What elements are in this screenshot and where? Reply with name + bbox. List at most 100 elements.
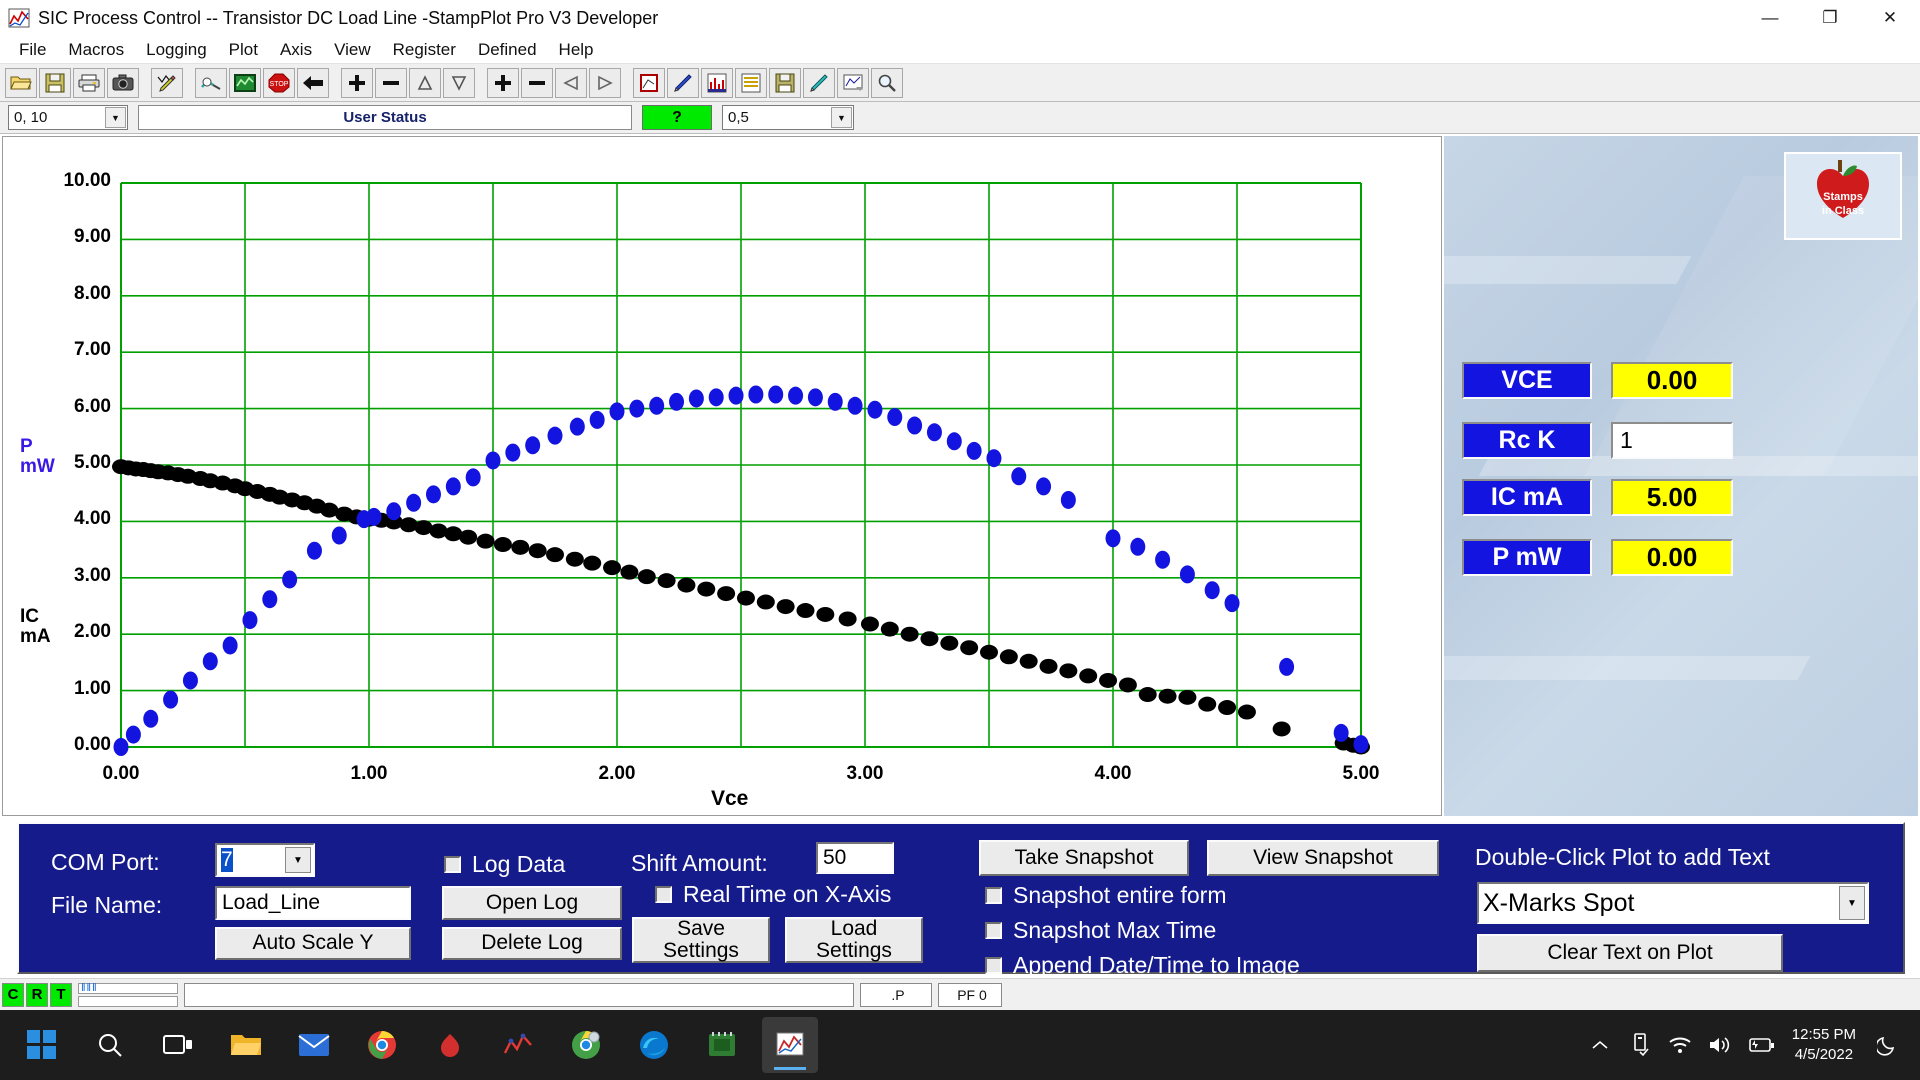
camera-icon[interactable] [107, 67, 139, 98]
chevron-up-icon[interactable] [1580, 1010, 1620, 1080]
interval-value: 0,5 [728, 109, 749, 126]
stop-icon[interactable]: STOP [263, 67, 295, 98]
notes-icon[interactable] [735, 67, 767, 98]
interval-combo[interactable]: 0,5 ▼ [722, 105, 854, 130]
append-datetime-row[interactable]: Append Date/Time to Image [985, 952, 1300, 979]
chrome-icon[interactable] [354, 1017, 410, 1073]
rck-input[interactable]: 1 [1611, 422, 1733, 459]
bottom-status-bar: C R T ‖‖‖ .P PF 0 [0, 978, 1920, 1010]
minus2-icon[interactable] [521, 67, 553, 98]
plus2-icon[interactable] [487, 67, 519, 98]
volume-icon[interactable] [1700, 1010, 1740, 1080]
append-datetime-label: Append Date/Time to Image [1013, 952, 1300, 978]
plot-panel[interactable]: P mW IC mA 0.00 1.00 2.00 3.00 4.00 5.00 6.00 7… [2, 136, 1442, 816]
menu-item-axis[interactable]: Axis [269, 38, 323, 62]
pen-icon[interactable] [667, 67, 699, 98]
save-settings-button[interactable]: Save Settings [632, 917, 770, 963]
close-button[interactable]: ✕ [1860, 0, 1920, 36]
chevron-down-icon-com[interactable]: ▼ [285, 847, 311, 873]
run-plot-icon[interactable] [229, 67, 261, 98]
search-icon[interactable] [82, 1017, 138, 1073]
com-port-label: COM Port: [51, 849, 160, 875]
minimize-button[interactable]: — [1740, 0, 1800, 36]
auto-scale-y-button[interactable]: Auto Scale Y [215, 927, 411, 960]
shift-amount-input[interactable]: 50 [816, 842, 894, 874]
chrome-dev-icon[interactable] [558, 1017, 614, 1073]
usb-icon[interactable] [1620, 1010, 1660, 1080]
axis-icon[interactable] [633, 67, 665, 98]
status-field-pf: PF 0 [938, 982, 1002, 1007]
snapshot-max-time-row[interactable]: Snapshot Max Time [985, 917, 1216, 944]
snapshot-entire-form-checkbox[interactable] [985, 887, 1002, 904]
decorative-streak-3 [1444, 656, 1811, 680]
chevron-down-icon-text[interactable]: ▼ [1839, 886, 1865, 920]
view-snapshot-button[interactable]: View Snapshot [1207, 840, 1439, 876]
marker-icon[interactable] [803, 67, 835, 98]
snapshot-entire-form-row[interactable]: Snapshot entire form [985, 882, 1227, 909]
data-icon[interactable] [701, 67, 733, 98]
status-message-field [184, 982, 854, 1007]
task-view-icon[interactable] [150, 1017, 206, 1073]
circuit-board-icon[interactable] [694, 1017, 750, 1073]
real-time-x-checkbox-row[interactable]: Real Time on X-Axis [655, 881, 891, 908]
scale-up-icon[interactable] [409, 67, 441, 98]
mail-icon[interactable] [286, 1017, 342, 1073]
zoom-tool-icon[interactable] [871, 67, 903, 98]
application-window: SIC Process Control -- Transistor DC Loa… [0, 0, 1920, 1080]
clear-text-button[interactable]: Clear Text on Plot [1477, 934, 1783, 972]
back-arrow-icon[interactable] [297, 67, 329, 98]
maximize-button[interactable]: ❐ [1800, 0, 1860, 36]
delete-log-button[interactable]: Delete Log [442, 927, 622, 960]
file-explorer-icon[interactable] [218, 1017, 274, 1073]
save-plot-icon[interactable] [769, 67, 801, 98]
stampplot-icon[interactable] [762, 1017, 818, 1073]
append-datetime-checkbox[interactable] [985, 957, 1002, 974]
snapshot-max-time-checkbox[interactable] [985, 922, 1002, 939]
status-indicator[interactable]: ? [642, 105, 712, 130]
print-icon[interactable] [73, 67, 105, 98]
plot-canvas[interactable] [3, 137, 1443, 815]
taskbar-date: 4/5/2022 [1794, 1046, 1854, 1063]
start-icon[interactable] [14, 1017, 70, 1073]
menu-item-view[interactable]: View [323, 38, 382, 62]
minus-icon[interactable] [375, 67, 407, 98]
menu-item-plot[interactable]: Plot [218, 38, 269, 62]
chevron-down-icon-2[interactable]: ▼ [831, 107, 852, 128]
menu-item-logging[interactable]: Logging [135, 38, 218, 62]
real-time-x-checkbox[interactable] [655, 886, 672, 903]
menu-item-file[interactable]: File [8, 38, 57, 62]
text-mode-combo[interactable]: X-Marks Spot ▼ [1477, 882, 1869, 924]
connect-icon[interactable] [195, 67, 227, 98]
log-data-checkbox[interactable] [444, 856, 461, 873]
menu-item-help[interactable]: Help [548, 38, 605, 62]
taskbar-clock[interactable]: 12:55 PM 4/5/2022 [1792, 1025, 1856, 1066]
menu-item-defined[interactable]: Defined [467, 38, 548, 62]
log-data-checkbox-row[interactable]: Log Data [444, 851, 565, 878]
load-settings-button[interactable]: Load Settings [785, 917, 923, 963]
pan-right-icon[interactable] [589, 67, 621, 98]
y-range-combo[interactable]: 0, 10 ▼ [8, 105, 128, 130]
open-file-icon[interactable] [5, 67, 37, 98]
plus-icon[interactable] [341, 67, 373, 98]
edge-icon[interactable] [626, 1017, 682, 1073]
red-graph-icon[interactable] [490, 1017, 546, 1073]
menu-item-register[interactable]: Register [382, 38, 467, 62]
battery-icon[interactable] [1740, 1010, 1780, 1080]
user-status-field[interactable]: User Status [138, 105, 632, 130]
menu-item-macros[interactable]: Macros [57, 38, 135, 62]
save-file-icon[interactable] [39, 67, 71, 98]
wifi-icon[interactable] [1660, 1010, 1700, 1080]
export-icon[interactable] [837, 67, 869, 98]
red-teardrop-icon[interactable] [422, 1017, 478, 1073]
open-log-button[interactable]: Open Log [442, 886, 622, 920]
chevron-down-icon[interactable]: ▼ [105, 107, 126, 128]
moon-icon[interactable] [1868, 1010, 1908, 1080]
file-name-input[interactable]: Load_Line [215, 886, 411, 920]
scale-down-icon[interactable] [443, 67, 475, 98]
take-snapshot-button[interactable]: Take Snapshot [979, 840, 1189, 876]
toolbar-separator-2 [184, 68, 194, 98]
readout-value-pmw: 0.00 [1611, 539, 1733, 576]
pencil-plot-icon[interactable] [151, 67, 183, 98]
com-port-combo[interactable]: 7 ▼ [215, 843, 315, 877]
pan-left-icon[interactable] [555, 67, 587, 98]
